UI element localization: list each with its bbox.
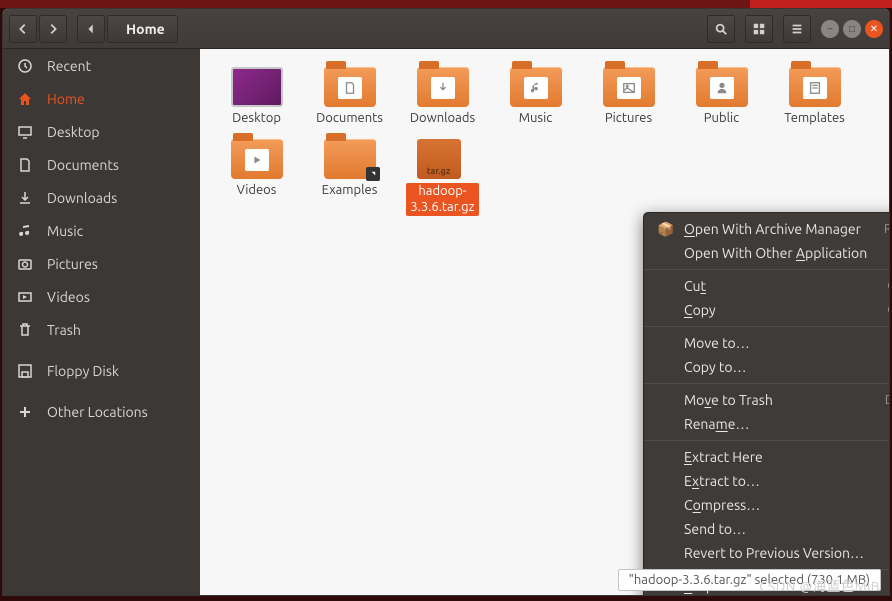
file-label: hadoop-3.3.6.tar.gz — [406, 183, 478, 216]
floppy-icon — [17, 363, 33, 379]
document-icon — [338, 77, 362, 99]
menu-cut[interactable]: CutCtrl+X — [644, 274, 890, 298]
sidebar-item-label: Recent — [47, 58, 91, 74]
file-documents[interactable]: Documents — [303, 63, 396, 131]
person-icon — [710, 77, 734, 99]
file-label: Examples — [322, 183, 378, 197]
menu-send-to[interactable]: Send to… — [644, 517, 890, 541]
context-menu: 📦OOpen With Archive Managerpen With Arch… — [643, 212, 890, 596]
link-badge-icon — [366, 167, 380, 181]
sidebar-item-label: Desktop — [47, 124, 100, 140]
menu-move-to[interactable]: Move to… — [644, 331, 890, 355]
sidebar-item-home[interactable]: Home — [3, 82, 200, 115]
window-close-button[interactable]: ✕ — [865, 20, 883, 38]
sidebar-item-videos[interactable]: Videos — [3, 280, 200, 313]
file-examples[interactable]: Examples — [303, 135, 396, 222]
sidebar-item-trash[interactable]: Trash — [3, 313, 200, 346]
sidebar-item-other-locations[interactable]: Other Locations — [3, 395, 200, 428]
menu-separator — [644, 440, 890, 441]
menu-extract-to[interactable]: Extract to… — [644, 469, 890, 493]
file-templates[interactable]: Templates — [768, 63, 861, 131]
window-maximize-button[interactable]: □ — [843, 20, 861, 38]
icon-grid: Desktop Documents Downloads Music Pictur… — [200, 49, 889, 236]
home-icon — [17, 91, 33, 107]
file-label: Public — [704, 111, 739, 125]
trash-icon — [17, 322, 33, 338]
menu-compress[interactable]: Compress… — [644, 493, 890, 517]
menu-open-archive-manager[interactable]: 📦OOpen With Archive Managerpen With Arch… — [644, 217, 890, 241]
sidebar-item-music[interactable]: Music — [3, 214, 200, 247]
file-manager-window: Home – □ ✕ Recent Home Desktop Documents… — [2, 8, 890, 596]
sidebar-item-label: Floppy Disk — [47, 363, 119, 379]
picture-icon — [617, 77, 641, 99]
status-tooltip: "hadoop-3.3.6.tar.gz" selected (730.1 MB… — [618, 569, 881, 591]
sidebar-item-documents[interactable]: Documents — [3, 148, 200, 181]
titlebar: Home – □ ✕ — [3, 9, 889, 49]
sidebar-item-label: Videos — [47, 289, 90, 305]
forward-button[interactable] — [39, 15, 67, 43]
sidebar-item-label: Music — [47, 223, 83, 239]
archive-small-icon: 📦 — [658, 221, 674, 237]
file-videos[interactable]: Videos — [210, 135, 303, 222]
music-icon — [524, 77, 548, 99]
sidebar-item-pictures[interactable]: Pictures — [3, 247, 200, 280]
sidebar-item-recent[interactable]: Recent — [3, 49, 200, 82]
template-icon — [803, 77, 827, 99]
back-button[interactable] — [9, 15, 37, 43]
content-area[interactable]: Desktop Documents Downloads Music Pictur… — [200, 49, 889, 595]
breadcrumb-label: Home — [126, 21, 165, 37]
menu-separator — [644, 326, 890, 327]
menu-rename[interactable]: Rename…F2 — [644, 412, 890, 436]
file-label: Desktop — [232, 111, 281, 125]
file-pictures[interactable]: Pictures — [582, 63, 675, 131]
menu-revert[interactable]: Revert to Previous Version… — [644, 541, 890, 565]
clock-icon — [17, 58, 33, 74]
search-button[interactable] — [707, 15, 735, 43]
file-label: Documents — [316, 111, 383, 125]
menu-copy-to[interactable]: Copy to… — [644, 355, 890, 379]
menu-separator — [644, 383, 890, 384]
desktop-icon — [17, 124, 33, 140]
sidebar-item-label: Trash — [47, 322, 81, 338]
menu-copy[interactable]: CopyCtrl+C — [644, 298, 890, 322]
menu-separator — [644, 269, 890, 270]
camera-icon — [17, 256, 33, 272]
path-prev-button[interactable] — [77, 15, 105, 43]
menu-extract-here[interactable]: Extract Here — [644, 445, 890, 469]
file-public[interactable]: Public — [675, 63, 768, 131]
menu-open-other-app[interactable]: Open With Other Application — [644, 241, 890, 265]
sidebar-item-label: Pictures — [47, 256, 98, 272]
sidebar-item-label: Documents — [47, 157, 119, 173]
file-label: Videos — [237, 183, 277, 197]
file-downloads[interactable]: Downloads — [396, 63, 489, 131]
view-grid-button[interactable] — [745, 15, 773, 43]
file-desktop[interactable]: Desktop — [210, 63, 303, 131]
file-label: Templates — [784, 111, 845, 125]
plus-icon — [17, 404, 33, 420]
breadcrumb-home[interactable]: Home — [107, 15, 178, 43]
menu-move-to-trash[interactable]: Move to TrashDelete — [644, 388, 890, 412]
sidebar-item-floppy[interactable]: Floppy Disk — [3, 354, 200, 387]
document-icon — [17, 157, 33, 173]
sidebar-item-label: Home — [47, 91, 85, 107]
download-icon — [17, 190, 33, 206]
sidebar: Recent Home Desktop Documents Downloads … — [3, 49, 200, 595]
desktop-thumb-icon — [231, 67, 283, 107]
window-minimize-button[interactable]: – — [821, 20, 839, 38]
file-label: Downloads — [410, 111, 475, 125]
archive-icon: tar.gz — [417, 139, 461, 179]
sidebar-item-label: Downloads — [47, 190, 117, 206]
file-label: Pictures — [605, 111, 652, 125]
sidebar-item-downloads[interactable]: Downloads — [3, 181, 200, 214]
hamburger-menu-button[interactable] — [783, 15, 811, 43]
sidebar-item-desktop[interactable]: Desktop — [3, 115, 200, 148]
video-icon — [17, 289, 33, 305]
file-music[interactable]: Music — [489, 63, 582, 131]
file-archive-selected[interactable]: tar.gz hadoop-3.3.6.tar.gz — [396, 135, 489, 222]
music-icon — [17, 223, 33, 239]
download-icon — [431, 77, 455, 99]
sidebar-item-label: Other Locations — [47, 404, 148, 420]
file-label: Music — [519, 111, 553, 125]
video-icon — [245, 149, 269, 171]
